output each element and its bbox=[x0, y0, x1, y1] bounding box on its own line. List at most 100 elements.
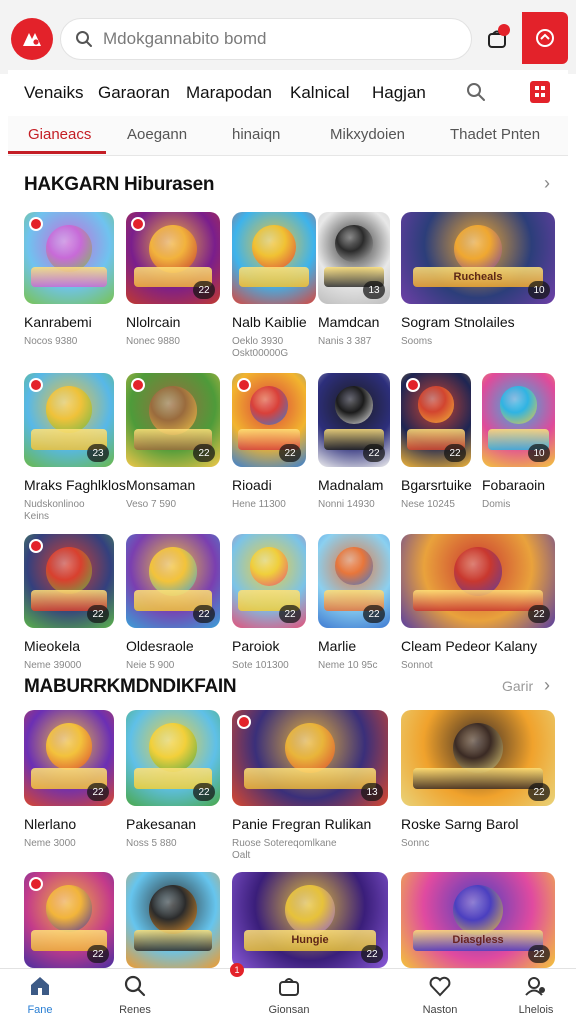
game-meta: Domis bbox=[482, 499, 511, 510]
tab-item[interactable]: hinaiqn bbox=[232, 126, 280, 143]
game-thumbnail[interactable]: 22 bbox=[232, 373, 306, 467]
game-thumbnail[interactable]: 22 bbox=[126, 212, 220, 304]
tab-active-indicator bbox=[8, 151, 106, 154]
game-title: Bgarsrtuike bbox=[401, 477, 472, 493]
section-title: MABURRKMDNDIKFAIN bbox=[24, 676, 237, 697]
game-thumbnail[interactable]: 22 bbox=[318, 534, 390, 628]
chevron-right-icon[interactable]: › bbox=[544, 675, 550, 696]
game-tile[interactable]: 22 Mieokela Neme 39000 bbox=[24, 534, 114, 678]
character-art bbox=[45, 386, 93, 433]
game-tile[interactable]: 13 Mamdcan Nanis 3 387 bbox=[318, 212, 390, 354]
game-thumbnail[interactable]: 22 bbox=[232, 534, 306, 628]
game-meta: Sonnc bbox=[401, 838, 430, 849]
game-thumbnail[interactable] bbox=[24, 212, 114, 304]
game-title: Sogram Stnolailes bbox=[401, 314, 515, 330]
game-thumbnail[interactable]: 22 bbox=[126, 373, 220, 467]
game-thumbnail[interactable]: 22 bbox=[24, 710, 114, 806]
character-art bbox=[453, 547, 503, 597]
game-tile[interactable]: 22 Pakesanan Noss 5 880 bbox=[126, 710, 220, 856]
tab-item[interactable]: Gianeacs bbox=[28, 126, 91, 143]
game-thumbnail[interactable]: Hungie 22 bbox=[232, 872, 388, 968]
nav-search[interactable]: Renes bbox=[95, 975, 175, 1016]
category-item[interactable]: Garaoran bbox=[98, 83, 170, 103]
game-logo-art bbox=[238, 267, 310, 288]
game-meta: Oskt00000G bbox=[232, 348, 289, 359]
settings-icon bbox=[536, 29, 554, 47]
nav-label: Naston bbox=[422, 1004, 458, 1016]
game-thumbnail[interactable]: 22 bbox=[126, 710, 220, 806]
game-meta: Nanis 3 387 bbox=[318, 336, 372, 347]
game-thumbnail[interactable]: Rucheals 10 bbox=[401, 212, 555, 304]
game-thumbnail[interactable]: 22 bbox=[24, 872, 114, 968]
category-item[interactable]: Marapodan bbox=[186, 83, 272, 103]
rating-badge: 22 bbox=[528, 605, 550, 623]
game-tile[interactable]: 22 Roske Sarng Barol Sonnc bbox=[401, 710, 555, 856]
game-tile[interactable]: 22 Madnalam Nonni 14930 bbox=[318, 373, 390, 517]
game-title: Mraks Faghlklos bbox=[24, 477, 126, 493]
rating-badge: 10 bbox=[528, 281, 550, 299]
game-tile[interactable]: 23 Mraks Faghlklos Nudskonlinoo Keins bbox=[24, 373, 126, 522]
game-meta: Neme 39000 bbox=[24, 660, 82, 671]
game-thumbnail[interactable]: 22 bbox=[401, 534, 555, 628]
game-tile[interactable]: 22 Bgarsrtuike Nese 10245 bbox=[401, 373, 472, 517]
game-thumbnail[interactable] bbox=[126, 872, 220, 968]
game-tile[interactable]: 13 Panie Fregran Rulikan Ruose Sotereqomlk… bbox=[232, 710, 388, 861]
rating-badge: 10 bbox=[528, 444, 550, 462]
cart-button[interactable] bbox=[482, 24, 512, 54]
game-tile[interactable]: 22 Paroiok Sote 101300 bbox=[232, 534, 306, 678]
game-meta: Neme 10 95c bbox=[318, 660, 378, 671]
tab-item[interactable]: Aoegann bbox=[127, 126, 187, 143]
chevron-right-icon[interactable]: › bbox=[544, 173, 550, 194]
category-item[interactable]: Hagjan bbox=[372, 83, 426, 103]
game-thumbnail[interactable]: 23 bbox=[24, 373, 114, 467]
new-badge bbox=[131, 378, 145, 392]
rating-badge: 22 bbox=[528, 945, 550, 963]
game-thumbnail[interactable]: Diasgless 22 bbox=[401, 872, 555, 968]
tab-item[interactable]: Thadet Pnten bbox=[450, 126, 540, 143]
profile-button[interactable] bbox=[522, 12, 568, 64]
new-badge bbox=[237, 378, 251, 392]
game-thumbnail[interactable]: 13 bbox=[232, 710, 388, 806]
game-tile[interactable]: Nalb Kaiblie Oeklo 3930 Oskt00000G bbox=[232, 212, 316, 359]
search-input[interactable]: Mdokgannabito bomd bbox=[103, 29, 267, 49]
game-thumbnail[interactable]: 22 bbox=[401, 710, 555, 806]
game-thumbnail[interactable]: 22 bbox=[318, 373, 390, 467]
nav-account[interactable]: Lhelois bbox=[496, 975, 576, 1016]
app-logo[interactable] bbox=[11, 18, 53, 60]
game-tile[interactable]: 22 Marlie Neme 10 95c bbox=[318, 534, 390, 678]
category-item[interactable]: Kalnical bbox=[290, 83, 350, 103]
nav-bag[interactable]: Gionsan bbox=[249, 975, 329, 1016]
character-art bbox=[149, 224, 197, 273]
game-meta: Hene 11300 bbox=[232, 499, 286, 510]
rating-badge: 22 bbox=[87, 783, 109, 801]
game-thumbnail[interactable]: 10 bbox=[482, 373, 555, 467]
tab-item[interactable]: Mikxydoien bbox=[330, 126, 405, 143]
game-tile[interactable]: 10 Fobaraoin Domis bbox=[482, 373, 555, 517]
game-thumbnail[interactable] bbox=[232, 212, 316, 304]
rating-badge: 23 bbox=[87, 444, 109, 462]
rating-badge: 22 bbox=[528, 783, 550, 801]
see-all-link[interactable]: Garir bbox=[502, 678, 533, 694]
character-art bbox=[249, 386, 289, 425]
game-tile[interactable]: 22 Nlolrcain Nonec 9880 bbox=[126, 212, 220, 354]
nav-home[interactable]: Fane bbox=[0, 975, 80, 1016]
game-tile[interactable]: Kanrabemi Nocos 9380 bbox=[24, 212, 114, 354]
new-badge bbox=[131, 217, 145, 231]
game-thumbnail[interactable]: 22 bbox=[126, 534, 220, 628]
game-tile[interactable]: 22 Nlerlano Neme 3000 bbox=[24, 710, 114, 856]
category-menu-button[interactable] bbox=[530, 81, 550, 103]
nav-favorites[interactable]: Naston bbox=[400, 975, 480, 1016]
game-tile[interactable]: 22 Cleam Pedeor Kalany Sonnot bbox=[401, 534, 555, 678]
game-tile[interactable]: 22 Rioadi Hene 11300 bbox=[232, 373, 306, 517]
search-bar[interactable]: Mdokgannabito bomd bbox=[60, 18, 472, 60]
game-tile[interactable]: Rucheals 10 Sogram Stnolailes Sooms bbox=[401, 212, 555, 354]
game-tile[interactable]: 22 Monsaman Veso 7 590 bbox=[126, 373, 220, 517]
rating-badge: 22 bbox=[87, 605, 109, 623]
category-search-button[interactable] bbox=[466, 82, 486, 107]
game-tile[interactable]: 22 Oldesraole Neie 5 900 bbox=[126, 534, 220, 678]
game-thumbnail[interactable]: 22 bbox=[401, 373, 471, 467]
game-thumbnail[interactable]: 13 bbox=[318, 212, 390, 304]
account-icon bbox=[525, 977, 545, 996]
game-thumbnail[interactable]: 22 bbox=[24, 534, 114, 628]
category-item[interactable]: Venaiks bbox=[24, 83, 84, 103]
